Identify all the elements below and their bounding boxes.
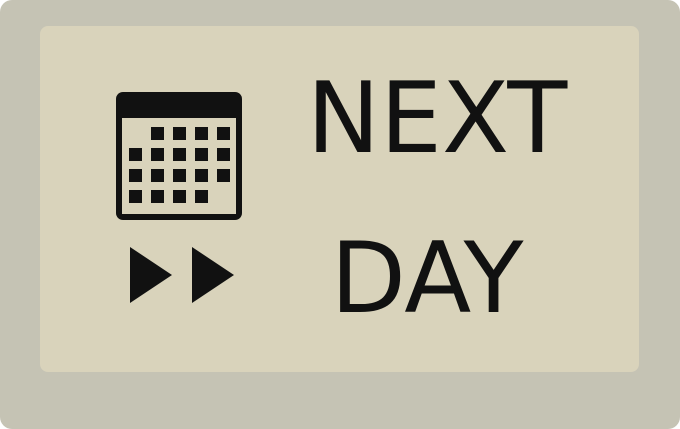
fast-forward-icon bbox=[130, 247, 234, 303]
key-label-day: DAY bbox=[330, 222, 524, 336]
calendar-day-cell bbox=[173, 190, 186, 203]
calendar-day-cell bbox=[151, 190, 164, 203]
next-day-key[interactable]: NEXT DAY bbox=[0, 0, 680, 429]
calendar-icon bbox=[116, 92, 242, 220]
calendar-day-cell bbox=[129, 169, 142, 182]
calendar-day-cell bbox=[151, 169, 164, 182]
calendar-day-cell bbox=[173, 169, 186, 182]
calendar-day-cell bbox=[151, 148, 164, 161]
calendar-day-cell bbox=[173, 127, 186, 140]
calendar-day-cell bbox=[217, 169, 230, 182]
calendar-day-cell bbox=[151, 127, 164, 140]
calendar-day-cell bbox=[173, 148, 186, 161]
calendar-day-cell bbox=[217, 148, 230, 161]
calendar-day-cell bbox=[195, 190, 208, 203]
calendar-day-cell bbox=[195, 169, 208, 182]
calendar-day-cell bbox=[195, 127, 208, 140]
calendar-day-cell bbox=[195, 148, 208, 161]
key-label-next: NEXT bbox=[306, 62, 568, 176]
calendar-day-cell bbox=[217, 127, 230, 140]
calendar-day-cell bbox=[129, 190, 142, 203]
calendar-day-cell bbox=[129, 148, 142, 161]
